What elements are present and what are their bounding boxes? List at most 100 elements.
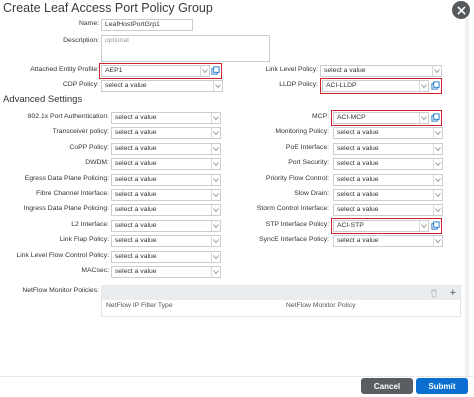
netflow-col-monitor-policy: NetFlow Monitor Policy: [286, 302, 356, 309]
name-field[interactable]: LeafHostPortGrp1: [101, 19, 193, 31]
802-1x-port-authentication-label: 802.1x Port Authentication:: [27, 113, 109, 120]
description-field[interactable]: optional: [101, 35, 270, 62]
macsec-value: select a value: [115, 268, 157, 275]
description-label: Description:: [63, 37, 99, 44]
synce-interface-policy-label: SyncE Interface Policy:: [259, 236, 329, 244]
chevron-down-icon[interactable]: [211, 159, 220, 170]
poe-interface-label: PoE Interface:: [285, 143, 329, 151]
slow-drain-select[interactable]: select a value: [333, 189, 443, 201]
chevron-down-icon[interactable]: [433, 236, 442, 247]
chevron-down-icon[interactable]: [433, 128, 442, 139]
fibre-channel-interface-value: select a value: [115, 191, 157, 198]
egress-data-plane-policing-value: select a value: [115, 175, 157, 183]
priority-flow-control-value: select a value: [337, 175, 379, 183]
monitoring-policy-select[interactable]: select a value: [333, 127, 443, 140]
chevron-down-icon[interactable]: [211, 128, 220, 139]
close-icon: [457, 6, 465, 14]
link-level-flow-control-policy-value: select a value: [115, 252, 157, 260]
scrollbar[interactable]: [465, 18, 469, 378]
lldp-label: LLDP Policy:: [279, 81, 318, 88]
dwdm-label: DWDM:: [85, 159, 109, 167]
chevron-down-icon[interactable]: [433, 174, 442, 185]
chevron-down-icon[interactable]: [433, 143, 442, 154]
priority-flow-control-select[interactable]: select a value: [333, 173, 443, 186]
chevron-down-icon[interactable]: [433, 205, 442, 216]
chevron-down-icon[interactable]: [211, 205, 220, 216]
cdp-select[interactable]: select a value: [101, 80, 223, 92]
link-level-select[interactable]: select a value: [320, 65, 442, 77]
chevron-down-icon[interactable]: [213, 81, 222, 91]
chevron-down-icon[interactable]: [433, 190, 442, 200]
aep-label: Attached Entity Profile:: [30, 66, 99, 73]
cancel-button[interactable]: Cancel: [361, 378, 413, 394]
802-1x-port-authentication-select[interactable]: select a value: [111, 112, 221, 124]
chevron-down-icon[interactable]: [211, 190, 220, 200]
chevron-down-icon[interactable]: [211, 267, 220, 277]
priority-flow-control-label: Priority Flow Control:: [265, 174, 329, 182]
chevron-down-icon[interactable]: [433, 159, 442, 170]
chevron-down-icon[interactable]: [211, 251, 220, 262]
link-level-flow-control-policy-label: Link Level Flow Control Policy:: [16, 251, 109, 259]
fibre-channel-interface-label: Fibre Channel Interface:: [36, 190, 109, 197]
transceiver-policy-select[interactable]: select a value: [111, 127, 221, 140]
monitoring-policy-value: select a value: [337, 129, 379, 137]
storm-control-interface-value: select a value: [337, 206, 379, 214]
storm-control-interface-label: Storm Control Interface:: [256, 205, 329, 213]
submit-button[interactable]: Submit: [416, 378, 468, 394]
l2-interface-label: L2 Interface:: [71, 220, 109, 228]
link-flap-policy-select[interactable]: select a value: [111, 235, 221, 248]
slow-drain-label: Slow Drain:: [294, 190, 329, 197]
chevron-down-icon[interactable]: [211, 174, 220, 185]
transceiver-policy-label: Transceiver policy:: [52, 128, 109, 136]
netflow-label: NetFlow Monitor Policies:: [22, 287, 99, 294]
netflow-table: + NetFlow IP Filter Type NetFlow Monitor…: [101, 285, 461, 317]
802-1x-port-authentication-value: select a value: [115, 114, 157, 121]
link-level-label: Link Level Policy:: [265, 66, 318, 73]
egress-data-plane-policing-select[interactable]: select a value: [111, 173, 221, 186]
macsec-select[interactable]: select a value: [111, 266, 221, 278]
chevron-down-icon[interactable]: [211, 220, 220, 231]
copp-policy-value: select a value: [115, 144, 157, 152]
ingress-data-plane-policing-value: select a value: [115, 206, 157, 214]
stp-interface-policy-label: STP Interface Policy:: [265, 220, 329, 228]
name-label: Name:: [78, 20, 99, 27]
port-security-select[interactable]: select a value: [333, 158, 443, 171]
ingress-data-plane-policing-select[interactable]: select a value: [111, 204, 221, 217]
link-level-flow-control-policy-select[interactable]: select a value: [111, 250, 221, 263]
aep-highlight: [99, 63, 222, 79]
dwdm-select[interactable]: select a value: [111, 158, 221, 171]
footer-divider: [0, 376, 474, 377]
plus-icon[interactable]: +: [450, 287, 456, 299]
synce-interface-policy-select[interactable]: select a value: [333, 235, 443, 248]
l2-interface-select[interactable]: select a value: [111, 219, 221, 232]
poe-interface-select[interactable]: select a value: [333, 142, 443, 155]
l2-interface-value: select a value: [115, 221, 157, 229]
cdp-value: select a value: [105, 82, 147, 89]
chevron-down-icon[interactable]: [211, 143, 220, 154]
mcp-highlight: [331, 110, 442, 126]
fibre-channel-interface-select[interactable]: select a value: [111, 189, 221, 201]
chevron-down-icon[interactable]: [211, 236, 220, 247]
copp-policy-select[interactable]: select a value: [111, 142, 221, 155]
copp-policy-label: CoPP Policy:: [69, 143, 109, 151]
synce-interface-policy-value: select a value: [337, 237, 379, 245]
monitoring-policy-label: Monitoring Policy:: [275, 128, 329, 136]
netflow-col-filter-type: NetFlow IP Filter Type: [106, 302, 173, 309]
storm-control-interface-select[interactable]: select a value: [333, 204, 443, 217]
link-flap-policy-value: select a value: [115, 237, 157, 245]
chevron-down-icon[interactable]: [211, 113, 220, 123]
macsec-label: MACsec:: [81, 267, 109, 274]
lldp-highlight: [320, 78, 442, 94]
port-security-value: select a value: [337, 160, 379, 168]
poe-interface-value: select a value: [337, 144, 379, 152]
mcp-label: MCP:: [312, 113, 329, 120]
close-button[interactable]: [452, 1, 470, 19]
chevron-down-icon[interactable]: [432, 66, 441, 76]
egress-data-plane-policing-label: Egress Data Plane Policing:: [24, 174, 109, 182]
transceiver-policy-value: select a value: [115, 129, 157, 137]
netflow-table-toolbar: +: [102, 286, 460, 300]
dwdm-value: select a value: [115, 160, 157, 168]
ingress-data-plane-policing-label: Ingress Data Plane Policing:: [23, 205, 109, 213]
trash-icon[interactable]: [429, 288, 439, 298]
link-level-value: select a value: [324, 67, 366, 74]
